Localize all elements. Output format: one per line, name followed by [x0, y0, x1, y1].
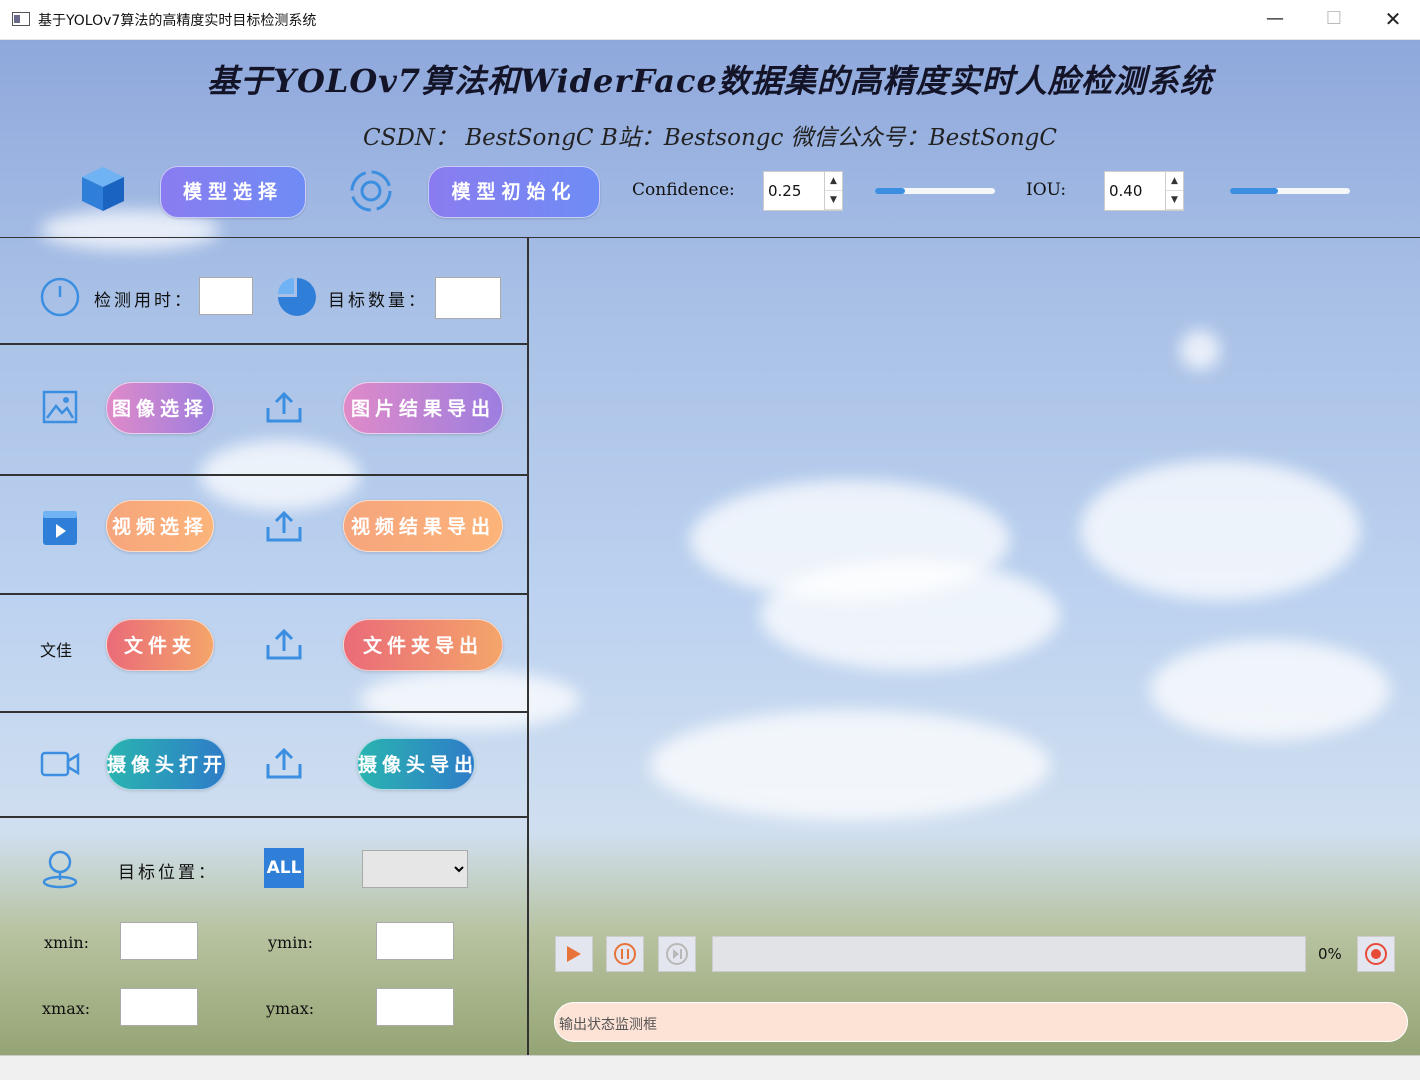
xmax-label: xmax: — [42, 999, 91, 1018]
toolbar-divider — [0, 237, 1420, 238]
target-location-label: 目标位置： — [118, 863, 218, 883]
next-frame-button[interactable] — [658, 936, 696, 972]
image-export-button[interactable]: 图片结果导出 — [343, 382, 503, 434]
model-init-button[interactable]: 模型初始化 — [428, 166, 600, 218]
status-placeholder: 输出状态监测框 — [559, 1017, 657, 1033]
confidence-spinbox[interactable]: 0.25 ▲ ▼ — [763, 171, 843, 211]
confidence-down-icon[interactable]: ▼ — [825, 191, 842, 210]
progress-percent: 0% — [1318, 945, 1342, 963]
xmax-field[interactable] — [120, 988, 198, 1026]
target-count-value — [435, 277, 501, 319]
ymax-label: ymax: — [266, 999, 315, 1018]
xmin-field[interactable] — [120, 922, 198, 960]
app-icon — [12, 12, 30, 26]
target-count-label: 目标数量： — [328, 291, 428, 311]
pie-chart-icon — [278, 278, 316, 316]
model-select-button[interactable]: 模型选择 — [160, 166, 306, 218]
camera-open-button[interactable]: 摄像头打开 — [106, 738, 226, 790]
target-combo[interactable] — [362, 850, 468, 888]
folder-export-button[interactable]: 文件夹导出 — [343, 619, 503, 671]
next-frame-icon — [666, 943, 688, 965]
upload-icon — [266, 510, 302, 542]
iou-value: 0.40 — [1109, 182, 1143, 200]
main-panel: 基于YOLOv7算法和WiderFace数据集的高精度实时人脸检测系统 CSDN… — [0, 40, 1420, 1055]
pause-button[interactable] — [606, 936, 644, 972]
window-titlebar: 基于YOLOv7算法的高精度实时目标检测系统 — ☐ ✕ — [0, 0, 1420, 40]
confidence-up-icon[interactable]: ▲ — [825, 172, 842, 191]
ymax-field[interactable] — [376, 988, 454, 1026]
all-badge-icon: ALL — [264, 848, 304, 888]
camera-icon — [40, 751, 80, 777]
iou-slider[interactable] — [1230, 188, 1350, 194]
iou-spinbox[interactable]: 0.40 ▲ ▼ — [1104, 171, 1184, 211]
all-badge-text: ALL — [266, 858, 302, 878]
video-export-button[interactable]: 视频结果导出 — [343, 500, 503, 552]
vertical-divider — [527, 237, 529, 1055]
confidence-slider[interactable] — [875, 188, 995, 194]
confidence-value: 0.25 — [768, 182, 802, 200]
xmin-label: xmin: — [44, 933, 90, 952]
window-statusbar — [0, 1055, 1420, 1080]
video-icon — [43, 511, 77, 545]
video-select-button[interactable]: 视频选择 — [106, 500, 214, 552]
image-select-button[interactable]: 图像选择 — [106, 382, 214, 434]
close-button[interactable]: ✕ — [1364, 0, 1420, 38]
upload-icon — [266, 747, 302, 779]
app-subtitle: CSDN： BestSongC B站：Bestsongc 微信公众号：BestS… — [363, 125, 1057, 151]
confidence-label: Confidence: — [632, 180, 735, 200]
window-title: 基于YOLOv7算法的高精度实时目标检测系统 — [38, 13, 317, 29]
iou-down-icon[interactable]: ▼ — [1166, 191, 1183, 210]
upload-icon — [266, 628, 302, 660]
timer-icon — [40, 277, 80, 317]
app-title: 基于YOLOv7算法和WiderFace数据集的高精度实时人脸检测系统 — [207, 62, 1213, 100]
play-button[interactable] — [555, 936, 593, 972]
iou-label: IOU: — [1026, 180, 1067, 200]
status-output-box[interactable]: 输出状态监测框 — [554, 1002, 1408, 1042]
camera-export-button[interactable]: 摄像头导出 — [357, 738, 475, 790]
location-icon — [42, 850, 78, 889]
record-button[interactable] — [1357, 936, 1395, 972]
pause-icon — [614, 943, 636, 965]
target-icon — [350, 170, 392, 212]
play-icon — [567, 946, 581, 962]
video-progress-bar[interactable] — [712, 936, 1306, 972]
upload-icon — [266, 391, 302, 423]
ymin-label: ymin: — [268, 933, 314, 952]
folder-select-button[interactable]: 文件夹 — [106, 619, 214, 671]
ymin-field[interactable] — [376, 922, 454, 960]
detect-time-label: 检测用时： — [94, 291, 194, 311]
image-icon — [42, 390, 78, 424]
cube-icon — [82, 167, 124, 211]
iou-up-icon[interactable]: ▲ — [1166, 172, 1183, 191]
detect-time-value — [199, 277, 253, 315]
record-icon — [1365, 943, 1387, 965]
minimize-button[interactable]: — — [1246, 0, 1304, 38]
folder-side-label: 文佳 — [40, 641, 73, 660]
maximize-button[interactable]: ☐ — [1305, 0, 1363, 38]
